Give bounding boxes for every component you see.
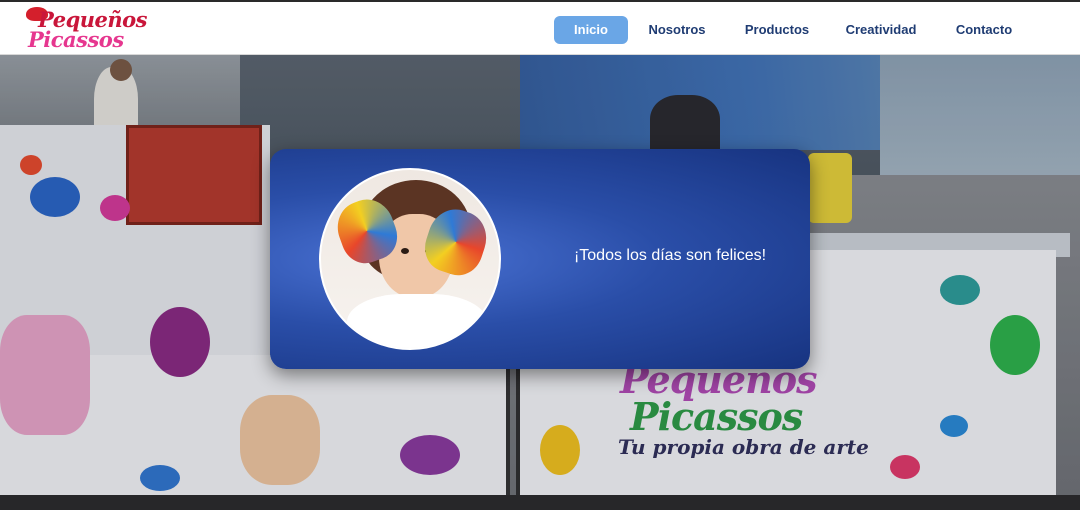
welcome-card: ¡Todos los días son felices! — [270, 149, 810, 369]
photo-eye — [401, 248, 409, 254]
site-header: Pequeños Picassos Inicio Nosotros Produc… — [0, 0, 1080, 55]
logo-text-line2-text: Picassos — [28, 27, 124, 52]
nav-item-inicio[interactable]: Inicio — [554, 16, 628, 44]
brand-logo[interactable]: Pequeños Picassos — [24, 7, 148, 53]
photo-shirt — [347, 294, 487, 348]
nav-item-nosotros[interactable]: Nosotros — [642, 16, 712, 44]
nav-item-creatividad[interactable]: Creatividad — [840, 16, 922, 44]
logo-text-line2: Picassos — [28, 27, 124, 52]
nav-item-productos[interactable]: Productos — [738, 16, 816, 44]
welcome-message: ¡Todos los días son felices! — [573, 247, 767, 264]
nav-item-contacto[interactable]: Contacto — [950, 16, 1018, 44]
child-photo — [319, 168, 501, 350]
